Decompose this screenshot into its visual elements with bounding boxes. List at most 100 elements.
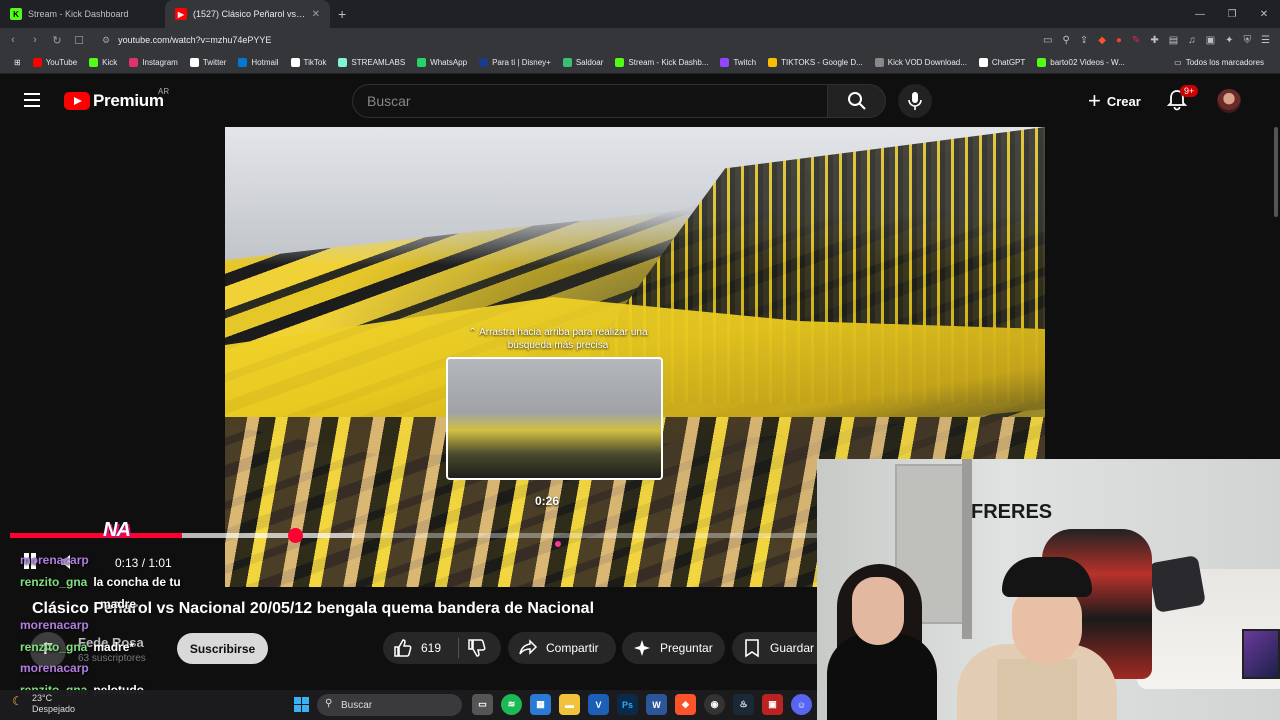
puzzle-icon[interactable]: ✚ bbox=[1150, 35, 1158, 46]
windows-start-icon[interactable] bbox=[294, 697, 309, 712]
folder-icon: ▭ bbox=[1174, 58, 1182, 67]
bookmark-item[interactable]: ChatGPT bbox=[973, 58, 1031, 67]
leo-icon[interactable]: ✦ bbox=[1225, 35, 1233, 46]
wallet-icon[interactable]: ▣ bbox=[1206, 35, 1215, 46]
maximize-button[interactable]: ❐ bbox=[1216, 0, 1248, 28]
preview-time: 0:26 bbox=[535, 494, 560, 508]
obs-icon[interactable]: ◉ bbox=[704, 694, 725, 715]
bookmark-item[interactable]: Kick VOD Download... bbox=[869, 58, 973, 67]
bookmark-item[interactable]: TikTok bbox=[285, 58, 333, 67]
microphone-icon bbox=[908, 92, 922, 110]
youtube-play-icon bbox=[64, 92, 90, 110]
bookmark-item[interactable]: STREAMLABS bbox=[332, 58, 411, 67]
country-code: AR bbox=[158, 87, 170, 96]
chat-text: madre bbox=[100, 597, 137, 611]
vpn-icon[interactable]: ⛨ bbox=[1244, 35, 1252, 46]
vegas-icon[interactable]: V bbox=[588, 694, 609, 715]
kick-icon: K bbox=[10, 8, 22, 20]
media-icon[interactable]: ♫ bbox=[1188, 35, 1196, 46]
close-tab-icon[interactable]: ✕ bbox=[312, 9, 320, 20]
ask-button[interactable]: Preguntar bbox=[622, 632, 725, 664]
all-bookmarks-folder[interactable]: ▭ Todos los marcadores bbox=[1168, 58, 1270, 67]
bookmark-item[interactable]: Saldoar bbox=[557, 58, 610, 67]
bookmark-item[interactable]: YouTube bbox=[27, 58, 83, 67]
voice-search-button[interactable] bbox=[898, 84, 932, 118]
discord-icon[interactable]: ☺ bbox=[791, 694, 812, 715]
close-window-button[interactable]: ✕ bbox=[1248, 0, 1280, 28]
apps-icon[interactable]: ⊞ bbox=[8, 58, 27, 67]
brave-icon[interactable]: ◆ bbox=[675, 694, 696, 715]
chat-message: madre bbox=[100, 597, 136, 611]
steam-icon[interactable]: ♨ bbox=[733, 694, 754, 715]
menu-icon[interactable]: ☰ bbox=[1261, 35, 1270, 46]
zoom-icon[interactable]: ⚲ bbox=[1062, 35, 1069, 46]
chat-text: madre* bbox=[93, 640, 135, 654]
taskbar-search-label: Buscar bbox=[341, 699, 373, 711]
ask-label: Preguntar bbox=[660, 641, 713, 655]
bookmark-icon bbox=[742, 638, 762, 658]
bookmark-icon bbox=[874, 58, 884, 67]
share-icon[interactable]: ⇪ bbox=[1080, 35, 1088, 46]
bookmark-item[interactable]: TIKTOKS - Google D... bbox=[762, 58, 869, 67]
like-button[interactable]: 619 bbox=[383, 632, 501, 664]
menu-icon[interactable] bbox=[24, 93, 40, 107]
search-button[interactable] bbox=[828, 84, 886, 118]
back-button[interactable]: ‹ bbox=[4, 34, 22, 46]
bookmark-item[interactable]: Twitter bbox=[184, 58, 233, 67]
cast-icon[interactable]: ▭ bbox=[1043, 35, 1052, 46]
extension-icon[interactable]: ✎ bbox=[1132, 35, 1140, 46]
task-view-icon[interactable]: ▭ bbox=[472, 694, 493, 715]
thumbs-down-icon[interactable] bbox=[467, 638, 487, 658]
youtube-premium-logo[interactable]: Premium AR bbox=[64, 87, 169, 111]
brave-shield-icon[interactable]: ◆ bbox=[1098, 35, 1106, 46]
chat-message: renzito_gna la concha de tu bbox=[20, 575, 181, 589]
reload-button[interactable]: ↻ bbox=[48, 34, 66, 47]
avatar[interactable] bbox=[1217, 89, 1241, 113]
taskbar-apps: ▭ ≋ ▦ ▬ V Ps W ◆ ◉ ♨ ▣ ☺ bbox=[472, 694, 812, 715]
search-input[interactable]: Buscar bbox=[352, 84, 828, 118]
address-bar[interactable]: ⚙ youtube.com/watch?v=mzhu74ePYYE bbox=[96, 30, 976, 50]
bookmark-item[interactable]: Kick bbox=[83, 58, 123, 67]
extension-icon[interactable]: ● bbox=[1116, 35, 1122, 46]
app-icon[interactable]: ▣ bbox=[762, 694, 783, 715]
bookmark-item[interactable]: barto02 Videos - W... bbox=[1031, 58, 1131, 67]
scrubber-handle[interactable] bbox=[288, 528, 303, 543]
share-button[interactable]: Compartir bbox=[508, 632, 616, 664]
photoshop-icon[interactable]: Ps bbox=[617, 694, 638, 715]
tab-youtube[interactable]: ▶ (1527) Clásico Peñarol vs Nacional ✕ bbox=[165, 0, 330, 28]
bookmark-item[interactable]: Stream - Kick Dashb... bbox=[609, 58, 714, 67]
chat-username: morenacarp bbox=[20, 661, 89, 675]
bookmark-item[interactable]: Para ti | Disney+ bbox=[473, 58, 557, 67]
forward-button[interactable]: › bbox=[26, 34, 44, 46]
notifications-button[interactable]: 9+ bbox=[1166, 85, 1199, 113]
file-explorer-icon[interactable]: ▬ bbox=[559, 694, 580, 715]
bookmark-label: ChatGPT bbox=[991, 58, 1026, 67]
minimize-button[interactable]: — bbox=[1184, 0, 1216, 28]
bookmark-item[interactable]: Twitch bbox=[714, 58, 762, 67]
bookmark-icon bbox=[978, 58, 988, 67]
bookmark-icon bbox=[189, 58, 199, 67]
chat-username: morenacarp bbox=[20, 618, 89, 632]
bookmark-item[interactable]: WhatsApp bbox=[411, 58, 473, 67]
calculator-icon[interactable]: ▦ bbox=[530, 694, 551, 715]
tab-kick-dashboard[interactable]: K Stream - Kick Dashboard bbox=[0, 0, 165, 28]
url-text: youtube.com/watch?v=mzhu74ePYYE bbox=[118, 35, 272, 45]
seek-preview-thumbnail bbox=[446, 357, 663, 480]
bookmark-label: Twitter bbox=[202, 58, 227, 67]
progress-bar[interactable] bbox=[10, 533, 817, 538]
scrollbar[interactable] bbox=[1272, 127, 1280, 217]
search-icon bbox=[847, 92, 866, 110]
word-icon[interactable]: W bbox=[646, 694, 667, 715]
sidebar-icon[interactable]: ▤ bbox=[1169, 35, 1178, 46]
chat-message: morenacarp bbox=[20, 553, 89, 567]
bookmark-item[interactable]: Hotmail bbox=[232, 58, 284, 67]
bookmark-star-icon[interactable]: ☐ bbox=[70, 34, 88, 47]
bookmark-item[interactable]: Instagram bbox=[123, 58, 184, 67]
subscribe-button[interactable]: Suscribirse bbox=[177, 633, 268, 664]
bookmark-icon bbox=[129, 58, 139, 67]
create-button[interactable]: + Crear bbox=[1076, 84, 1153, 118]
taskbar-search[interactable]: ⚲ Buscar bbox=[317, 694, 462, 716]
spotify-icon[interactable]: ≋ bbox=[501, 694, 522, 715]
site-info-icon[interactable]: ⚙ bbox=[102, 35, 110, 46]
new-tab-button[interactable]: + bbox=[338, 6, 346, 22]
